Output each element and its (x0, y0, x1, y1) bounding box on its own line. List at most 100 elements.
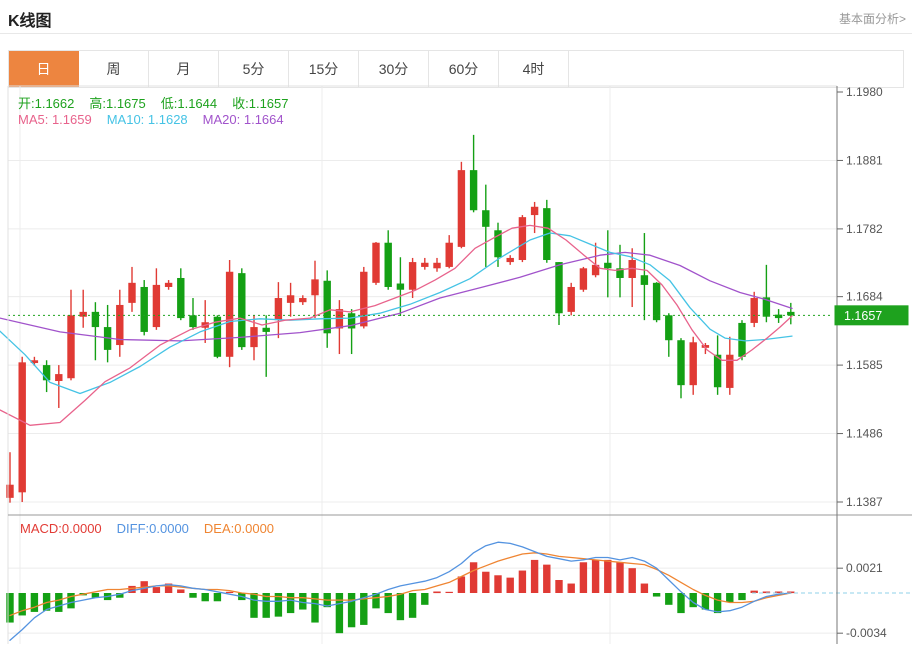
kline-widget: K线图 基本面分析> 日周月5分15分30分60分4时 1.19801.1881… (0, 0, 912, 645)
candle-body (555, 262, 562, 313)
candle-body (397, 284, 404, 290)
ohlc-legend-item: 高:1.1675 (89, 96, 145, 111)
macd-hist-bar (580, 562, 587, 593)
macd-hist-bar (738, 593, 745, 600)
macd-hist-bar (6, 593, 13, 623)
macd-hist-bar (616, 562, 623, 593)
macd-hist-bar (177, 589, 184, 593)
macd-hist-bar (592, 560, 599, 593)
candle-body (287, 295, 294, 303)
candle-body (531, 207, 538, 215)
macd-hist-bar (311, 593, 318, 623)
price-axis-label: 1.1387 (846, 495, 883, 509)
candle-body (385, 243, 392, 287)
candle-body (507, 258, 514, 262)
macd-hist-bar (214, 593, 221, 601)
candle-body (311, 279, 318, 295)
candle-body (275, 298, 282, 320)
candle-body (189, 315, 196, 327)
candle-body (165, 283, 172, 287)
candle-body (19, 362, 26, 492)
macd-hist-bar (348, 593, 355, 627)
candle-body (153, 285, 160, 327)
ohlc-legend-item: 低:1.1644 (161, 96, 217, 111)
macd-hist-bar (494, 575, 501, 593)
macd-legend: MACD:0.0000DIFF:0.0000DEA:0.0000 (20, 521, 289, 536)
macd-axis-label: -0.0034 (846, 626, 887, 640)
ma-legend-item: MA10: 1.1628 (107, 112, 188, 127)
candle-body (458, 170, 465, 247)
candle-body (92, 312, 99, 327)
macd-hist-bar (226, 592, 233, 593)
macd-axis-label: 0.0021 (846, 561, 883, 575)
candle-body (690, 342, 697, 385)
price-axis-label: 1.1980 (846, 85, 883, 99)
candle-body (421, 263, 428, 267)
macd-hist-bar (629, 568, 636, 593)
macd-hist-bar (568, 584, 575, 593)
candle-body (677, 340, 684, 385)
macd-hist-bar (299, 593, 306, 610)
ma-legend-item: MA20: 1.1664 (203, 112, 284, 127)
ohlc-legend: 开:1.1662 高:1.1675 低:1.1644 收:1.1657 (18, 93, 304, 112)
candle-body (568, 287, 575, 312)
candle-body (446, 243, 453, 267)
ohlc-legend-item: 收:1.1657 (232, 96, 288, 111)
candle-body (482, 210, 489, 227)
candle-body (641, 275, 648, 285)
price-axis-label: 1.1486 (846, 427, 883, 441)
price-axis-label: 1.1881 (846, 153, 883, 167)
macd-hist-bar (665, 593, 672, 605)
candle-body (141, 287, 148, 332)
macd-hist-bar (433, 592, 440, 594)
candle-body (751, 298, 758, 323)
candle-body (604, 263, 611, 269)
price-axis-label: 1.1684 (846, 290, 883, 304)
candle-body (519, 217, 526, 260)
candle-body (372, 243, 379, 283)
macd-hist-bar (458, 576, 465, 593)
macd-hist-bar (287, 593, 294, 613)
candle-body (299, 298, 306, 302)
candle-body (409, 262, 416, 290)
macd-hist-bar (446, 592, 453, 593)
ma-legend-item: MA5: 1.1659 (18, 112, 92, 127)
macd-hist-bar (555, 580, 562, 593)
macd-hist-bar (677, 593, 684, 613)
macd-hist-bar (507, 578, 514, 593)
candle-body (433, 263, 440, 269)
macd-hist-bar (519, 571, 526, 593)
macd-hist-bar (543, 565, 550, 593)
macd-hist-bar (714, 593, 721, 613)
macd-hist-bar (604, 560, 611, 593)
candle-body (6, 485, 13, 498)
macd-hist-bar (55, 593, 62, 612)
candle-body (360, 272, 367, 327)
macd-hist-bar (482, 572, 489, 593)
price-axis-label: 1.1585 (846, 358, 883, 372)
candle-body (787, 312, 794, 315)
candle-body (238, 273, 245, 347)
macd-hist-bar (397, 593, 404, 620)
macd-hist-bar (653, 593, 660, 597)
macd-legend-item: MACD:0.0000 (20, 521, 102, 536)
macd-hist-bar (153, 587, 160, 593)
candle-body (67, 315, 74, 378)
ohlc-legend-item: 开:1.1662 (18, 96, 74, 111)
macd-hist-bar (67, 593, 74, 608)
candle-body (263, 328, 270, 332)
macd-hist-bar (336, 593, 343, 633)
macd-hist-bar (421, 593, 428, 605)
macd-hist-bar (31, 593, 38, 612)
candle-body (226, 272, 233, 357)
candle-body (580, 268, 587, 289)
price-axis-label: 1.1782 (846, 222, 883, 236)
macd-hist-bar (726, 593, 733, 602)
macd-hist-bar (641, 584, 648, 593)
current-price-badge-value: 1.1657 (844, 309, 882, 323)
candle-body (128, 283, 135, 303)
macd-hist-bar (409, 593, 416, 618)
candle-body (653, 283, 660, 320)
macd-hist-bar (250, 593, 257, 618)
macd-legend-item: DEA:0.0000 (204, 521, 274, 536)
